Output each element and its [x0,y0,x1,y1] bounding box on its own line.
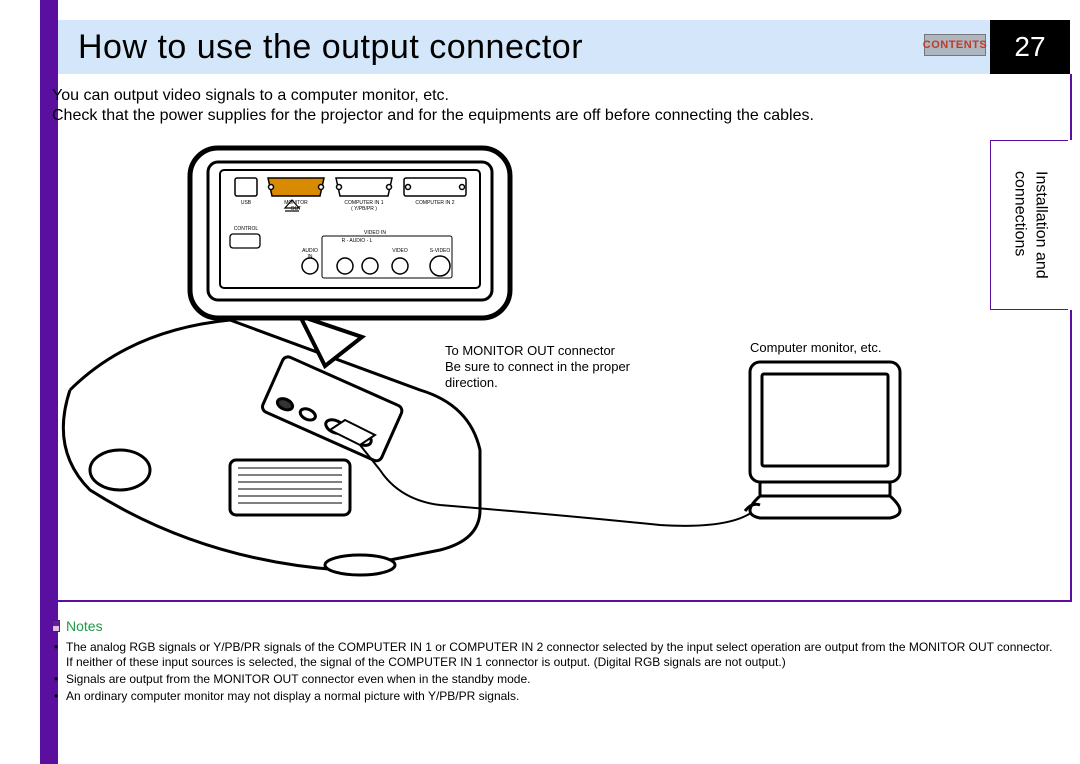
callout-text: To MONITOR OUT connector Be sure to conn… [445,343,631,390]
note-item: An ordinary computer monitor may not dis… [52,689,1062,704]
intro-line: You can output video signals to a comput… [52,86,1002,106]
projector-illustration [63,320,480,575]
notes-heading: Notes [66,618,103,634]
frame-line [1070,310,1072,600]
section-tab[interactable]: Installation andconnections [990,140,1068,310]
frame-line [40,600,1072,602]
diagram: USB MONITOROUT COMPUTER IN 1( Y/PB/PR ) … [60,130,990,600]
title-bar: How to use the output connector [58,20,990,74]
svg-text:OUT: OUT [291,206,302,212]
frame-line [1070,74,1072,140]
svg-text:direction.: direction. [445,375,498,390]
svg-text:VIDEO: VIDEO [392,248,408,254]
note-item: The analog RGB signals or Y/PB/PR signal… [52,640,1062,670]
svg-text:( Y/PB/PR ): ( Y/PB/PR ) [351,206,377,212]
intro-text: You can output video signals to a comput… [52,86,1002,126]
svg-text:CONTROL: CONTROL [234,226,259,232]
svg-text:R - AUDIO - L: R - AUDIO - L [342,238,373,244]
page-root: How to use the output connector CONTENTS… [0,0,1080,764]
note-item: Signals are output from the MONITOR OUT … [52,672,1062,687]
svg-text:USB: USB [241,200,252,206]
notes-section: Notes The analog RGB signals or Y/PB/PR … [52,618,1062,706]
contents-button[interactable]: CONTENTS [924,34,986,56]
svg-text:Computer monitor, etc.: Computer monitor, etc. [750,340,882,355]
monitor-illustration: Computer monitor, etc. [745,340,900,518]
svg-text:To MONITOR OUT connector: To MONITOR OUT connector [445,343,616,358]
intro-line: Check that the power supplies for the pr… [52,106,1002,126]
svg-text:Be sure to connect in the prop: Be sure to connect in the proper [445,359,631,374]
page-title: How to use the output connector [78,28,583,67]
section-tab-label: Installation andconnections [1009,171,1051,279]
page-number: 27 [990,20,1070,74]
svg-text:S-VIDEO: S-VIDEO [430,248,451,254]
notes-icon [52,620,60,632]
svg-text:COMPUTER IN 2: COMPUTER IN 2 [415,200,454,206]
svg-text:VIDEO IN: VIDEO IN [364,230,386,236]
